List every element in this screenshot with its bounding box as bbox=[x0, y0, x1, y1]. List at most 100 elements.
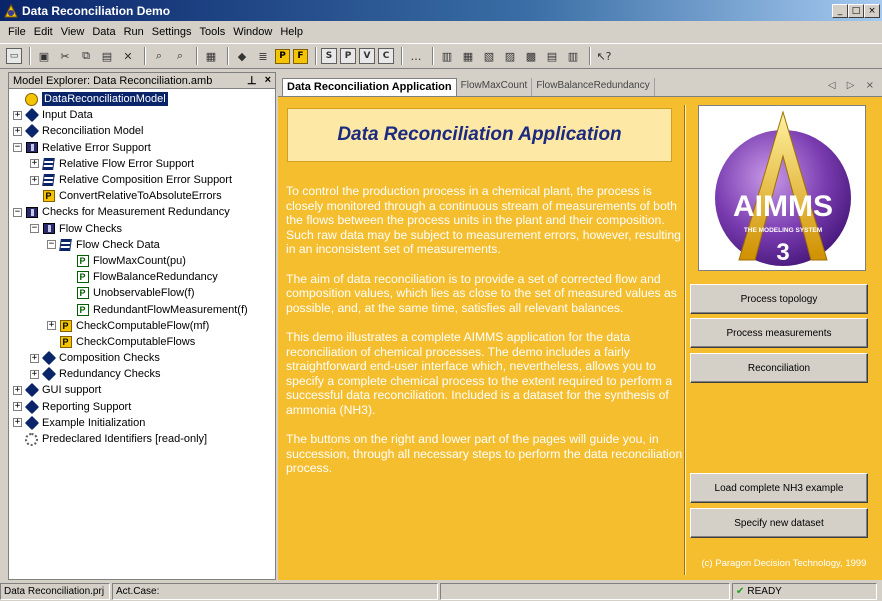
section-icon bbox=[24, 415, 39, 430]
maximize-button[interactable]: □ bbox=[848, 3, 864, 18]
close-pane-icon[interactable]: × bbox=[265, 74, 271, 87]
tree-node[interactable]: − Checks for Measurement Redundancy bbox=[9, 204, 275, 220]
tab-2[interactable]: FlowBalanceRedundancy bbox=[532, 78, 655, 96]
tree-node-label: Predeclared Identifiers [read-only] bbox=[42, 433, 208, 446]
save-all-icon[interactable]: ▣ bbox=[35, 47, 53, 65]
toolbar-separator bbox=[227, 47, 229, 65]
pin-icon[interactable]: ⊥ bbox=[247, 74, 257, 87]
tree-node[interactable]: + Reconciliation Model bbox=[9, 123, 275, 139]
parameter-tool-icon[interactable]: P bbox=[340, 48, 356, 64]
variable-tool-icon[interactable]: V bbox=[359, 48, 375, 64]
menu-tools[interactable]: Tools bbox=[196, 26, 230, 38]
menu-file[interactable]: File bbox=[4, 26, 30, 38]
title-bar: Data Reconciliation Demo _ □ × bbox=[0, 0, 882, 21]
tab-0[interactable]: Data Reconciliation Application bbox=[282, 78, 457, 96]
book-icon bbox=[42, 222, 55, 235]
paste-icon[interactable]: ▤ bbox=[98, 47, 116, 65]
tree-node-label: DataReconciliationModel bbox=[42, 92, 168, 107]
collapse-icon[interactable]: − bbox=[13, 207, 22, 217]
context-help-icon[interactable]: ↖? bbox=[595, 47, 613, 65]
expand-icon[interactable]: + bbox=[30, 175, 39, 185]
tree-node[interactable]: P FlowMaxCount(pu) bbox=[9, 253, 275, 269]
tree-node[interactable]: + GUI support bbox=[9, 382, 275, 398]
expand-icon[interactable]: + bbox=[47, 321, 56, 331]
menu-settings[interactable]: Settings bbox=[148, 26, 196, 38]
load-nh3-example-button[interactable]: Load complete NH3 example bbox=[690, 473, 868, 503]
model-tree: DataReconciliationModel + Input Data + Recon… bbox=[9, 89, 275, 447]
procedure-tool-icon[interactable]: P bbox=[275, 48, 290, 64]
expand-icon[interactable]: + bbox=[13, 126, 22, 136]
tree-node[interactable]: + Reporting Support bbox=[9, 399, 275, 415]
copy-icon[interactable]: ⧉ bbox=[77, 47, 95, 65]
tree-node[interactable]: + Example Initialization bbox=[9, 415, 275, 431]
expand-icon[interactable]: + bbox=[13, 385, 22, 395]
process-topology-button[interactable]: Process topology bbox=[690, 284, 868, 314]
collapse-icon[interactable]: − bbox=[30, 224, 39, 234]
collapse-icon[interactable]: − bbox=[47, 240, 56, 250]
template-manager-icon[interactable]: ▦ bbox=[459, 47, 477, 65]
expand-icon[interactable]: + bbox=[30, 353, 39, 363]
tree-node[interactable]: + Relative Composition Error Support bbox=[9, 172, 275, 188]
menu-edit[interactable]: Edit bbox=[30, 26, 57, 38]
status-active-case: Act.Case: bbox=[112, 583, 438, 600]
menu-data[interactable]: Data bbox=[88, 26, 119, 38]
set-tool-icon[interactable]: S bbox=[321, 48, 337, 64]
close-button[interactable]: × bbox=[864, 3, 880, 18]
menu-run[interactable]: Run bbox=[120, 26, 148, 38]
collapse-icon[interactable]: − bbox=[13, 143, 22, 153]
tree-node[interactable]: − Flow Checks bbox=[9, 221, 275, 237]
tree-node-label: ConvertRelativeToAbsoluteErrors bbox=[59, 190, 222, 203]
section-icon bbox=[41, 367, 56, 382]
expand-icon[interactable]: + bbox=[13, 418, 22, 428]
find-icon[interactable]: ⌕ bbox=[150, 47, 168, 65]
status-ready: READY bbox=[747, 586, 782, 597]
identifier-selector-icon[interactable]: ▨ bbox=[501, 47, 519, 65]
expand-icon[interactable]: + bbox=[30, 159, 39, 169]
section-tool-icon[interactable]: ◆ bbox=[233, 47, 251, 65]
tree-node[interactable]: + Redundancy Checks bbox=[9, 366, 275, 382]
expand-icon[interactable]: + bbox=[13, 402, 22, 412]
delete-icon[interactable]: ✕ bbox=[119, 47, 137, 65]
tree-node[interactable]: + Relative Flow Error Support bbox=[9, 156, 275, 172]
tree-node[interactable]: P CheckComputableFlows bbox=[9, 334, 275, 350]
cut-icon[interactable]: ✂ bbox=[56, 47, 74, 65]
specify-new-dataset-button[interactable]: Specify new dataset bbox=[690, 508, 868, 538]
tree-node[interactable]: + P CheckComputableFlow(mf) bbox=[9, 318, 275, 334]
tab-scroll-controls[interactable]: ◁ ▷ × bbox=[828, 80, 878, 91]
gears-icon bbox=[25, 432, 38, 446]
reconciliation-button[interactable]: Reconciliation bbox=[690, 353, 868, 383]
tree-node[interactable]: + Input Data bbox=[9, 107, 275, 123]
tree-node[interactable]: Predeclared Identifiers [read-only] bbox=[9, 431, 275, 447]
procedure-icon: P bbox=[59, 335, 72, 348]
page-heading: Data Reconciliation Application bbox=[337, 124, 622, 145]
debugger-icon[interactable]: ▥ bbox=[564, 47, 582, 65]
data-manager-icon[interactable]: ▩ bbox=[522, 47, 540, 65]
expand-icon[interactable]: + bbox=[30, 369, 39, 379]
toolbar-separator bbox=[401, 47, 403, 65]
new-page-icon[interactable]: ▭ bbox=[6, 48, 22, 64]
function-tool-icon[interactable]: F bbox=[293, 48, 308, 64]
tree-node[interactable]: P UnobservableFlow(f) bbox=[9, 285, 275, 301]
tab-1[interactable]: FlowMaxCount bbox=[457, 78, 533, 96]
menu-help[interactable]: Help bbox=[276, 26, 307, 38]
menu-builder-icon[interactable]: ▧ bbox=[480, 47, 498, 65]
minimize-button[interactable]: _ bbox=[832, 3, 848, 18]
expand-icon[interactable]: + bbox=[13, 110, 22, 120]
tree-node[interactable]: − Flow Check Data bbox=[9, 237, 275, 253]
process-measurements-button[interactable]: Process measurements bbox=[690, 318, 868, 348]
tree-node[interactable]: P RedundantFlowMeasurement(f) bbox=[9, 301, 275, 317]
more-identifiers-icon[interactable]: … bbox=[407, 47, 425, 65]
tree-node[interactable]: − Relative Error Support bbox=[9, 140, 275, 156]
page-manager-icon[interactable]: ▥ bbox=[438, 47, 456, 65]
menu-view[interactable]: View bbox=[57, 26, 89, 38]
case-manager-icon[interactable]: ▤ bbox=[543, 47, 561, 65]
menu-window[interactable]: Window bbox=[229, 26, 276, 38]
tree-node[interactable]: + Composition Checks bbox=[9, 350, 275, 366]
properties-icon[interactable]: ▦ bbox=[202, 47, 220, 65]
declaration-tool-icon[interactable]: ≣ bbox=[254, 47, 272, 65]
tree-node[interactable]: P ConvertRelativeToAbsoluteErrors bbox=[9, 188, 275, 204]
tree-node[interactable]: P FlowBalanceRedundancy bbox=[9, 269, 275, 285]
tree-node[interactable]: DataReconciliationModel bbox=[9, 91, 275, 107]
find-next-icon[interactable]: ⌕ bbox=[171, 47, 189, 65]
constraint-tool-icon[interactable]: C bbox=[378, 48, 394, 64]
